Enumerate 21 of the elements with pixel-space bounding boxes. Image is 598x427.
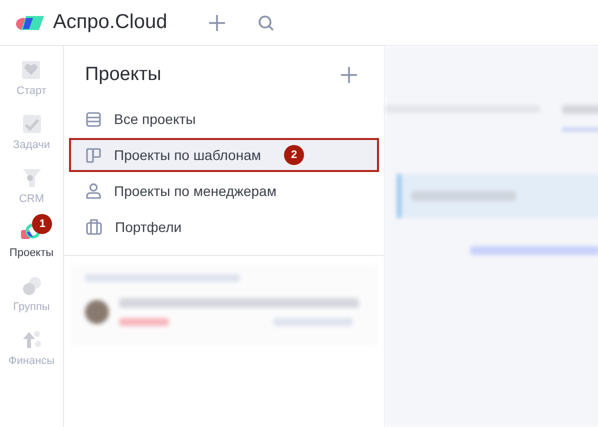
sidebar-item[interactable]: 1 Проекты [4, 214, 59, 259]
step-number-badge: 2 [284, 145, 304, 165]
step-number-badge: 1 [32, 214, 52, 234]
board-icon [86, 148, 101, 162]
panel-title: Проекты [85, 64, 162, 86]
menu-item[interactable]: Проекты по менеджерам [69, 174, 379, 208]
search-icon[interactable] [257, 14, 275, 32]
menu-item[interactable]: Все проекты [69, 102, 379, 136]
checkmark-icon [22, 114, 42, 134]
logo-icon [15, 14, 45, 30]
logo-text: Аспро.Cloud [53, 11, 168, 34]
finance-icon [22, 330, 42, 350]
plus-icon[interactable] [341, 67, 357, 83]
list-icon [86, 112, 101, 126]
person-icon [86, 183, 101, 199]
plus-icon[interactable] [208, 14, 226, 32]
menu-item[interactable]: Портфели [69, 210, 379, 244]
briefcase-icon [86, 219, 102, 235]
groups-icon [22, 276, 42, 296]
funnel-icon [22, 168, 42, 188]
menu-item[interactable]: Проекты по шаблонам 2 [69, 138, 379, 172]
